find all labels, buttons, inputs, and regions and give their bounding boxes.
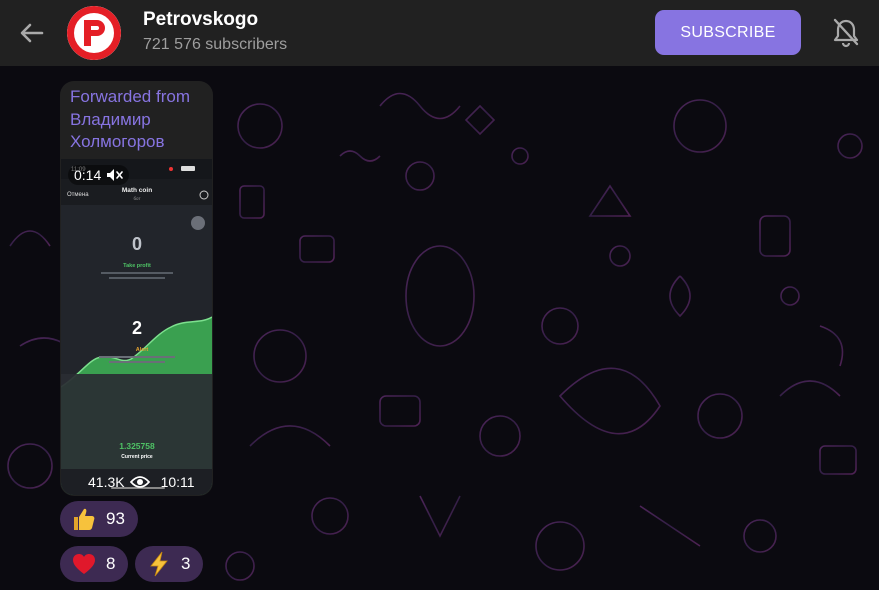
reaction-count: 93 (106, 509, 125, 528)
screen-cancel: Отмена (67, 192, 89, 198)
video-preview[interactable]: 11:09 Отмена Math coin бот 0 Take profit… (61, 159, 212, 495)
muted-speaker-icon[interactable] (105, 168, 124, 182)
thumbs-up-icon (70, 505, 98, 533)
forwarded-author-first: Владимир (70, 109, 151, 129)
screen-app-title: Math coin (122, 187, 152, 194)
back-arrow-icon[interactable] (16, 17, 48, 49)
current-price-label: Current price (121, 454, 153, 460)
reaction-count: 8 (106, 554, 116, 573)
current-price-value: 1.325758 (119, 441, 155, 451)
message-time: 10:11 (160, 474, 195, 490)
phone-screen: 11:09 Отмена Math coin бот 0 Take profit… (61, 159, 212, 495)
channel-logo (67, 6, 121, 60)
reaction-count: 3 (181, 554, 191, 573)
forwarded-prefix: Forwarded from (70, 87, 190, 106)
forwarded-author-last: Холмогоров (70, 132, 165, 151)
channel-header: Petrovskogo 721 576 subscribers SUBSCRIB… (0, 0, 879, 66)
reaction-heart[interactable]: 8 (60, 546, 128, 582)
muted-bell-icon[interactable] (830, 16, 862, 48)
eye-icon (129, 476, 150, 488)
heart-icon (70, 550, 98, 578)
alert-value: 2 (132, 318, 142, 338)
take-profit-label: Take profit (123, 263, 151, 269)
message-bubble[interactable]: Forwarded from Владимир Холмогоров 11:09… (60, 81, 213, 496)
video-duration: 0:14 (74, 167, 102, 183)
reaction-thumbs-up[interactable]: 93 (60, 501, 138, 537)
reaction-lightning[interactable]: 3 (135, 546, 203, 582)
screen-app-subtitle: бот (133, 196, 140, 201)
alert-label: Alert (136, 347, 149, 353)
video-duration-badge: 0:14 (68, 165, 130, 185)
subscribe-button[interactable]: SUBSCRIBE (655, 10, 801, 55)
view-count: 41.3K (88, 474, 125, 490)
lightning-icon (145, 550, 173, 578)
message-meta: 41.3K 10:11 (84, 472, 199, 492)
take-profit-value: 0 (132, 234, 142, 254)
forwarded-from-label[interactable]: Forwarded from Владимир Холмогоров (70, 86, 210, 154)
channel-name[interactable]: Petrovskogo (143, 9, 258, 31)
channel-avatar[interactable] (67, 6, 121, 60)
subscriber-count: 721 576 subscribers (143, 36, 288, 53)
